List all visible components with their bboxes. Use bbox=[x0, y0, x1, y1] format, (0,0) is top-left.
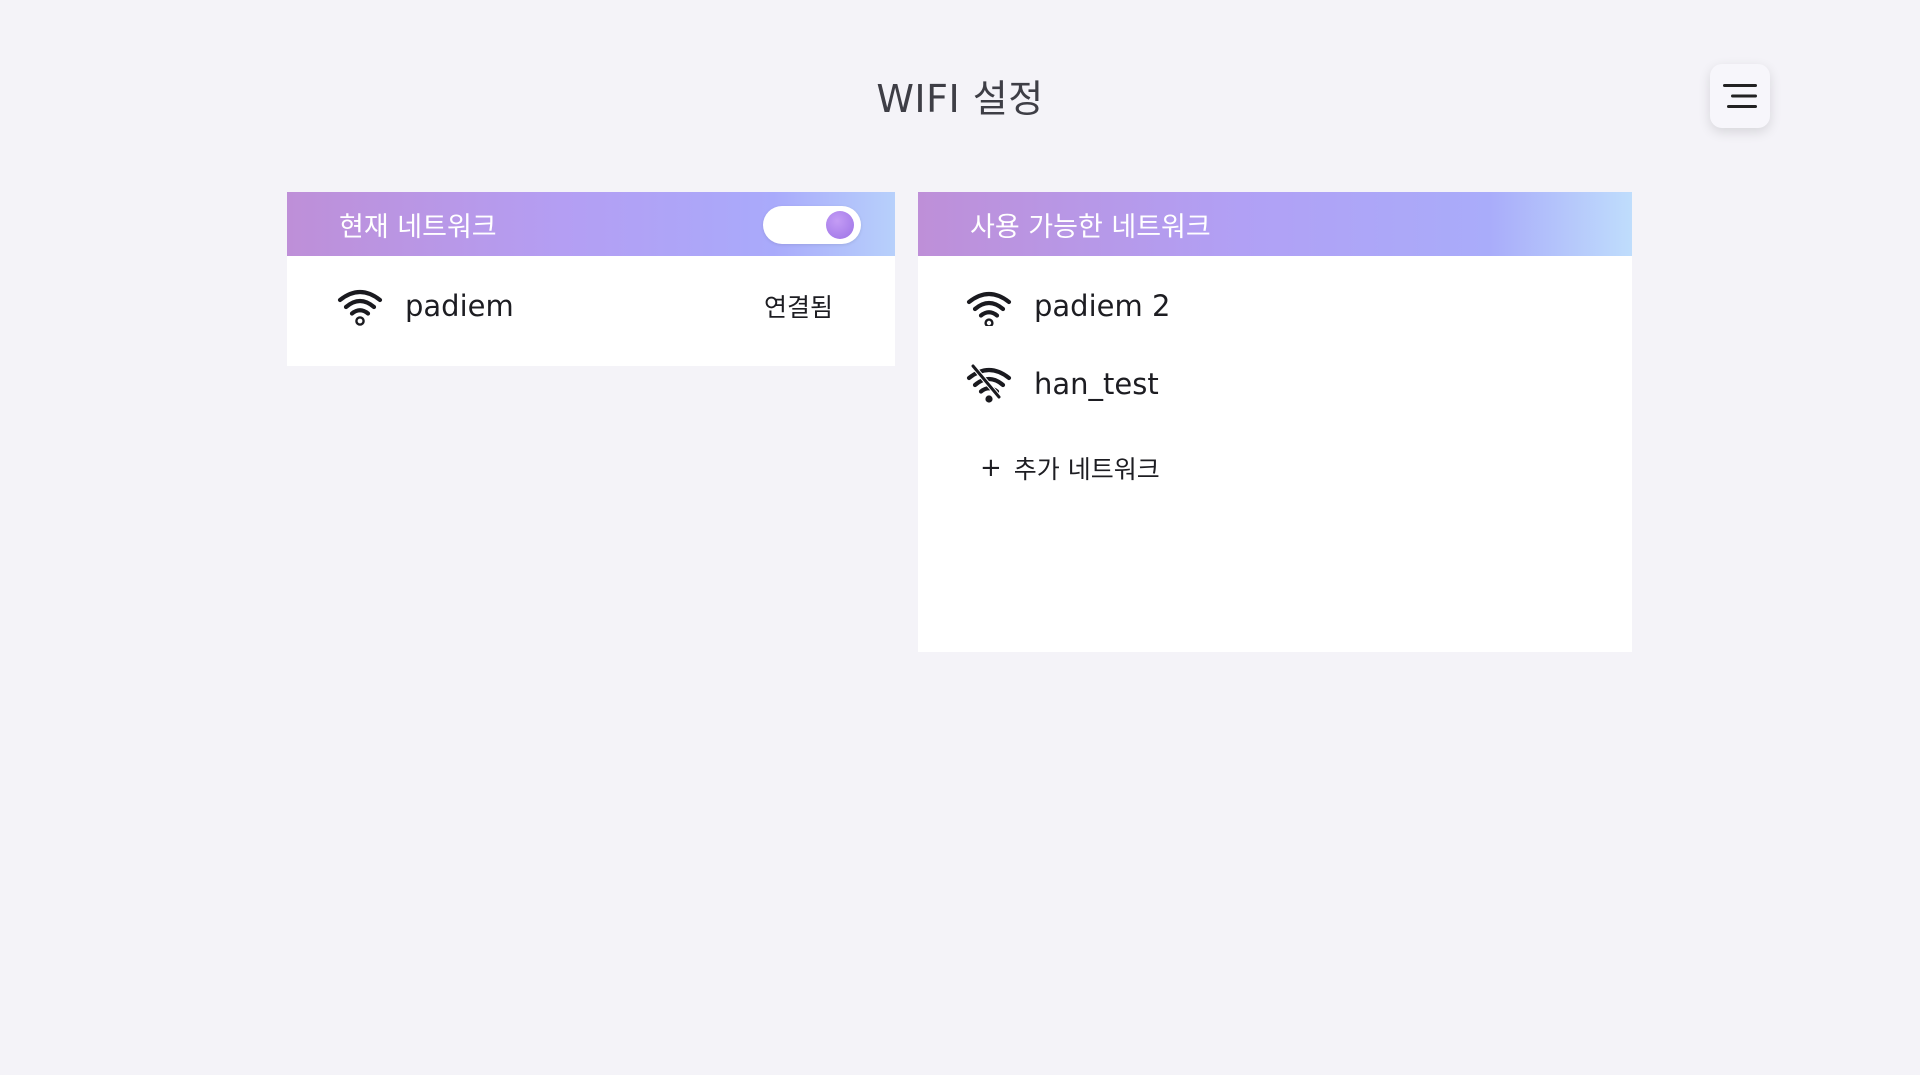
wifi-toggle[interactable] bbox=[763, 206, 861, 244]
available-network-ssid: padiem 2 bbox=[1034, 289, 1171, 323]
available-network-ssid: han_test bbox=[1034, 367, 1159, 401]
add-network-label: 추가 네트워크 bbox=[1013, 455, 1160, 484]
plus-icon: + bbox=[980, 453, 1002, 483]
available-networks-header: 사용 가능한 네트워크 bbox=[918, 192, 1632, 256]
wifi-icon bbox=[337, 289, 383, 326]
wifi-icon bbox=[966, 291, 1012, 326]
wifi-toggle-knob bbox=[826, 211, 854, 239]
current-network-panel: 현재 네트워크 padiem 연결됨 bbox=[287, 192, 895, 366]
available-networks-panel: 사용 가능한 네트워크 padiem 2 han_test + 추가 네트워크 bbox=[918, 192, 1632, 652]
available-network-item[interactable]: padiem 2 bbox=[966, 286, 1170, 326]
menu-icon bbox=[1723, 84, 1757, 108]
available-networks-title: 사용 가능한 네트워크 bbox=[970, 211, 1211, 243]
current-network-ssid: padiem bbox=[405, 289, 514, 323]
connection-status: 연결됨 bbox=[763, 293, 833, 322]
current-network-item[interactable]: padiem bbox=[337, 286, 514, 326]
current-network-title: 현재 네트워크 bbox=[339, 211, 497, 243]
menu-button[interactable] bbox=[1710, 64, 1770, 128]
page-title: WIFI 설정 bbox=[876, 77, 1044, 121]
wifi-off-icon bbox=[966, 364, 1012, 403]
current-network-header: 현재 네트워크 bbox=[287, 192, 895, 256]
available-network-item[interactable]: han_test bbox=[966, 364, 1159, 404]
add-network-button[interactable]: + 추가 네트워크 bbox=[980, 450, 1160, 486]
